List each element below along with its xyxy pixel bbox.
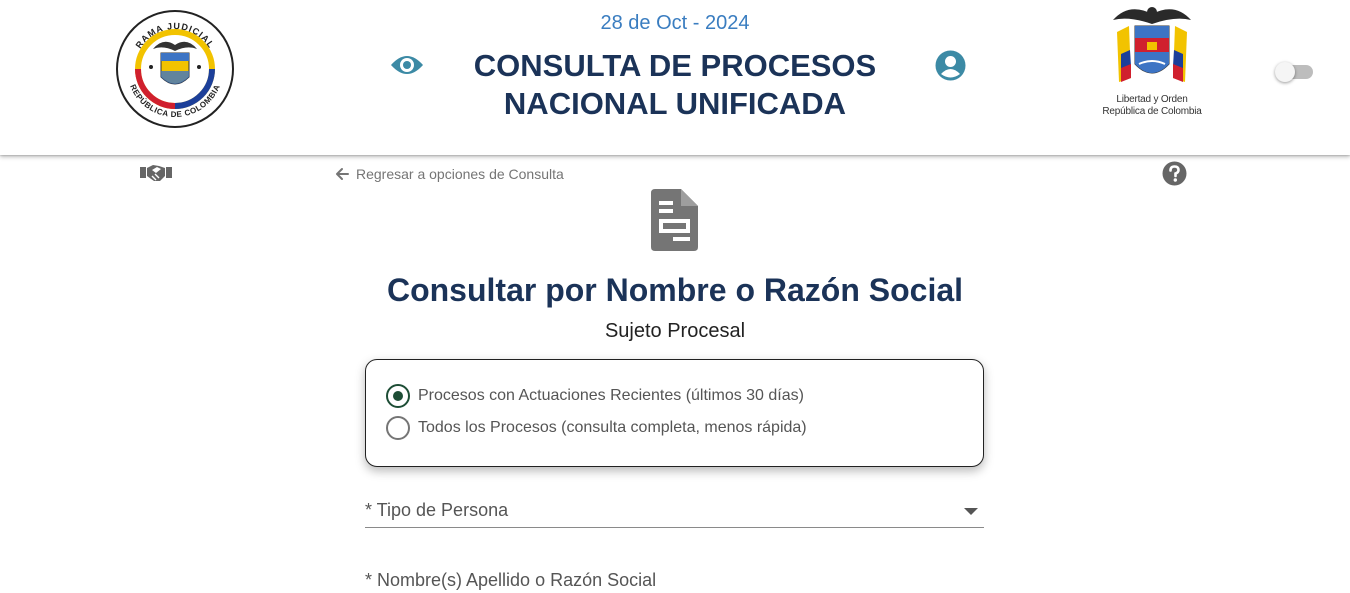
- escudo-caption-line-1: Libertad y Orden: [1116, 94, 1188, 105]
- radio-option-all[interactable]: Todos los Procesos (consulta completa, m…: [386, 416, 807, 440]
- back-to-options-link[interactable]: Regresar a opciones de Consulta: [335, 166, 564, 182]
- radio-option-recent[interactable]: Procesos con Actuaciones Recientes (últi…: [386, 384, 804, 408]
- nombre-razon-social-input[interactable]: * Nombre(s) Apellido o Razón Social: [365, 567, 984, 593]
- help-circle-icon[interactable]: [1162, 161, 1187, 191]
- radio-button-unchecked[interactable]: [386, 416, 410, 440]
- section-title: Consultar por Nombre o Razón Social: [386, 272, 964, 308]
- app-header: RAMA JUDICIAL REPÚBLICA DE COLOMBIA 28 d…: [0, 0, 1350, 155]
- back-link-label: Regresar a opciones de Consulta: [356, 166, 564, 182]
- toggle-thumb: [1275, 62, 1295, 82]
- chevron-down-icon: [964, 508, 978, 515]
- tipo-persona-label: * Tipo de Persona: [365, 500, 509, 520]
- search-scope-radio-group: Procesos con Actuaciones Recientes (últi…: [365, 359, 984, 467]
- radio-option-label: Procesos con Actuaciones Recientes (últi…: [418, 387, 804, 404]
- escudo-colombia-logo: Libertad y Orden República de Colombia: [1100, 2, 1204, 124]
- page-title: CONSULTA DE PROCESOS NACIONAL UNIFICADA: [420, 47, 930, 123]
- theme-toggle-switch[interactable]: [1275, 62, 1313, 82]
- escudo-caption-line-2: República de Colombia: [1102, 106, 1202, 117]
- handshake-icon[interactable]: [140, 164, 172, 187]
- radio-button-checked[interactable]: [386, 384, 410, 408]
- arrow-left-icon: [335, 167, 349, 181]
- tipo-persona-select[interactable]: * Tipo de Persona: [365, 497, 984, 528]
- title-line-2: NACIONAL UNIFICADA: [503, 86, 847, 121]
- section-subtitle: Sujeto Procesal: [604, 320, 746, 342]
- title-line-1: CONSULTA DE PROCESOS: [473, 48, 877, 83]
- account-circle-icon[interactable]: [935, 50, 966, 86]
- nombre-label: * Nombre(s) Apellido o Razón Social: [365, 570, 657, 590]
- file-document-icon: [651, 189, 698, 256]
- radio-option-label: Todos los Procesos (consulta completa, m…: [418, 419, 807, 436]
